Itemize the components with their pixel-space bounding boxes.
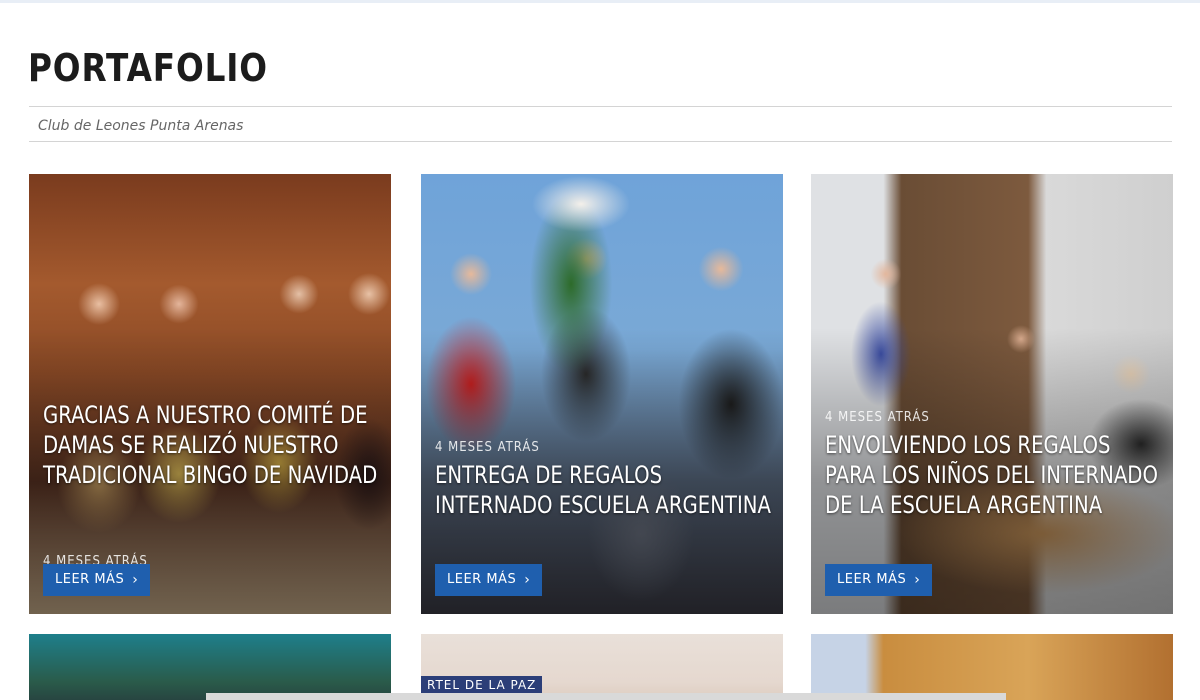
card-photo [29,634,391,700]
portfolio-card[interactable]: 4 MESES ATRÁS ENTREGA DE REGALOS INTERNA… [421,174,783,614]
read-more-button[interactable]: LEER MÁS › [43,564,151,596]
page-title: PORTAFOLIO [28,46,268,90]
portfolio-card[interactable] [29,634,391,700]
chevron-right-icon: › [914,572,921,588]
card-title[interactable]: GRACIAS A NUESTRO COMITÉ DE DAMAS SE REA… [43,400,383,490]
read-more-label: LEER MÁS [837,572,907,587]
page-subtitle: Club de Leones Punta Arenas [38,118,244,134]
card-title[interactable]: ENVOLVIENDO LOS REGALOS PARA LOS NIÑOS D… [825,430,1165,520]
top-border [0,0,1200,3]
read-more-button[interactable]: LEER MÁS › [435,564,543,596]
card-title[interactable]: ENTREGA DE REGALOS INTERNADO ESCUELA ARG… [435,460,775,520]
portfolio-card[interactable] [811,634,1173,700]
chevron-right-icon: › [524,572,531,588]
read-more-label: LEER MÁS [55,572,125,587]
card-date: 4 MESES ATRÁS [825,410,930,425]
photo-sign-text: RTEL DE LA PAZ [421,676,543,694]
portfolio-card[interactable]: 4 MESES ATRÁS ENVOLVIENDO LOS REGALOS PA… [811,174,1173,614]
card-date: 4 MESES ATRÁS [435,440,540,455]
read-more-button[interactable]: LEER MÁS › [825,564,933,596]
bottom-bar [206,693,1006,700]
chevron-right-icon: › [132,572,139,588]
read-more-label: LEER MÁS [447,572,517,587]
divider-bottom [29,141,1172,142]
card-photo [811,634,1173,700]
portfolio-page: PORTAFOLIO Club de Leones Punta Arenas 4… [0,0,1200,700]
portfolio-card[interactable]: 4 MESES ATRÁS GRACIAS A NUESTRO COMITÉ D… [29,174,391,614]
divider-top [29,106,1172,107]
portfolio-card[interactable]: RTEL DE LA PAZ [421,634,783,700]
